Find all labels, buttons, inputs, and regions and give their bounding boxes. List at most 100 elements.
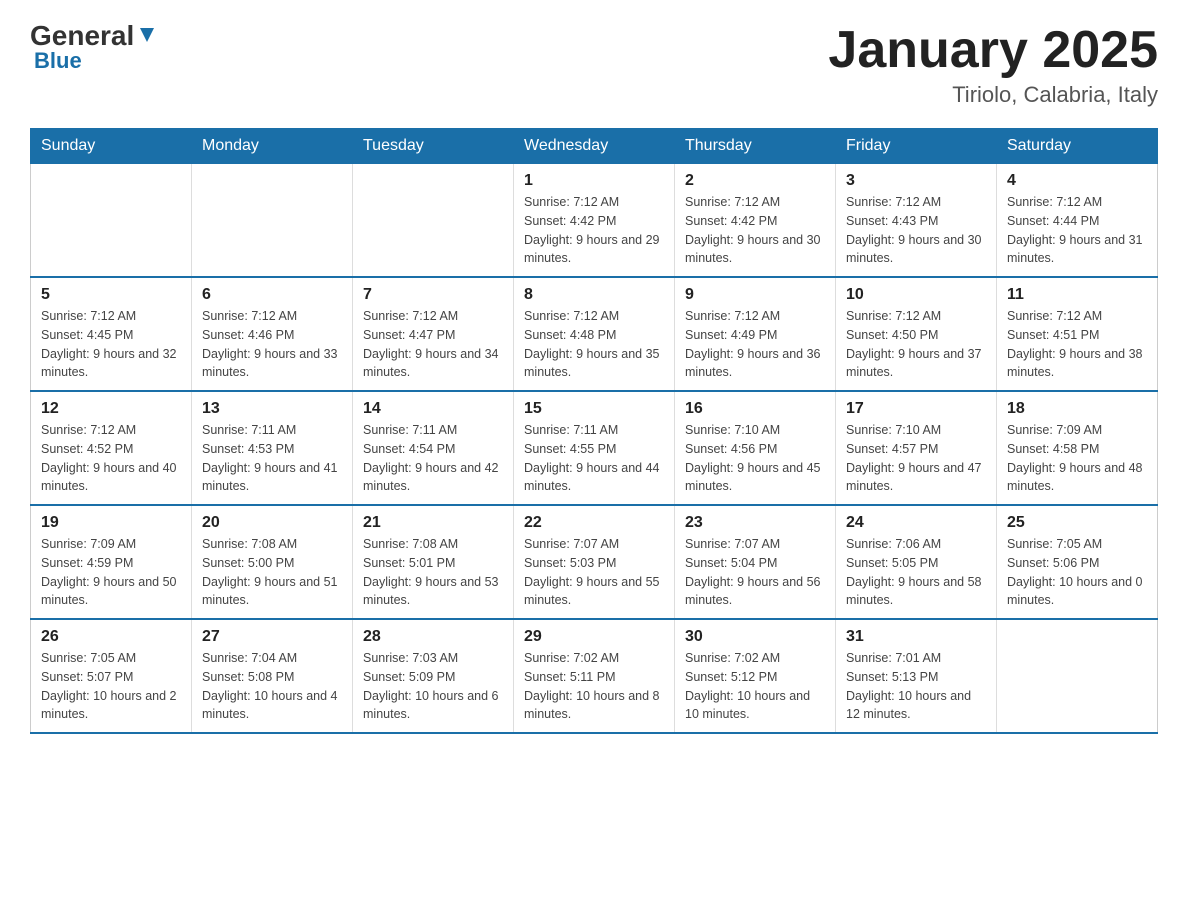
calendar-week-row: 12 Sunrise: 7:12 AMSunset: 4:52 PMDayligh… [31,391,1158,505]
table-row: 10 Sunrise: 7:12 AMSunset: 4:50 PMDayligh… [836,277,997,391]
table-row: 6 Sunrise: 7:12 AMSunset: 4:46 PMDaylight… [192,277,353,391]
day-number: 14 [363,400,503,418]
day-info: Sunrise: 7:04 AMSunset: 5:08 PMDaylight:… [202,649,342,724]
day-number: 18 [1007,400,1147,418]
day-info: Sunrise: 7:08 AMSunset: 5:01 PMDaylight:… [363,535,503,610]
table-row: 4 Sunrise: 7:12 AMSunset: 4:44 PMDaylight… [997,164,1158,278]
day-number: 1 [524,172,664,190]
day-info: Sunrise: 7:06 AMSunset: 5:05 PMDaylight:… [846,535,986,610]
day-info: Sunrise: 7:05 AMSunset: 5:06 PMDaylight:… [1007,535,1147,610]
day-number: 3 [846,172,986,190]
table-row: 3Sunrise: 7:12 AMSunset: 4:43 PMDaylight… [836,164,997,278]
day-info: Sunrise: 7:12 AMSunset: 4:45 PMDaylight:… [41,307,181,382]
table-row: 12 Sunrise: 7:12 AMSunset: 4:52 PMDayligh… [31,391,192,505]
day-number: 31 [846,628,986,646]
day-info: Sunrise: 7:03 AMSunset: 5:09 PMDaylight:… [363,649,503,724]
table-row: 5 Sunrise: 7:12 AMSunset: 4:45 PMDaylight… [31,277,192,391]
table-row [353,164,514,278]
table-row: 31 Sunrise: 7:01 AMSunset: 5:13 PMDayligh… [836,619,997,733]
day-number: 21 [363,514,503,532]
table-row: 21 Sunrise: 7:08 AMSunset: 5:01 PMDayligh… [353,505,514,619]
table-row [192,164,353,278]
location-title: Tiriolo, Calabria, Italy [828,82,1158,108]
table-row: 7Sunrise: 7:12 AMSunset: 4:47 PMDaylight… [353,277,514,391]
day-info: Sunrise: 7:02 AMSunset: 5:12 PMDaylight:… [685,649,825,724]
table-row: 18 Sunrise: 7:09 AMSunset: 4:58 PMDayligh… [997,391,1158,505]
table-row: 20 Sunrise: 7:08 AMSunset: 5:00 PMDayligh… [192,505,353,619]
day-number: 12 [41,400,181,418]
table-row: 14Sunrise: 7:11 AMSunset: 4:54 PMDayligh… [353,391,514,505]
calendar-week-row: 26Sunrise: 7:05 AMSunset: 5:07 PMDayligh… [31,619,1158,733]
day-info: Sunrise: 7:12 AMSunset: 4:50 PMDaylight:… [846,307,986,382]
day-number: 15 [524,400,664,418]
day-number: 24 [846,514,986,532]
day-info: Sunrise: 7:09 AMSunset: 4:58 PMDaylight:… [1007,421,1147,496]
day-number: 23 [685,514,825,532]
day-info: Sunrise: 7:12 AMSunset: 4:51 PMDaylight:… [1007,307,1147,382]
table-row: 29Sunrise: 7:02 AMSunset: 5:11 PMDayligh… [514,619,675,733]
day-number: 5 [41,286,181,304]
day-info: Sunrise: 7:01 AMSunset: 5:13 PMDaylight:… [846,649,986,724]
day-info: Sunrise: 7:10 AMSunset: 4:56 PMDaylight:… [685,421,825,496]
table-row: 11Sunrise: 7:12 AMSunset: 4:51 PMDayligh… [997,277,1158,391]
table-row: 30 Sunrise: 7:02 AMSunset: 5:12 PMDayligh… [675,619,836,733]
day-number: 17 [846,400,986,418]
table-row: 2 Sunrise: 7:12 AMSunset: 4:42 PMDaylight… [675,164,836,278]
day-number: 26 [41,628,181,646]
day-number: 2 [685,172,825,190]
day-number: 9 [685,286,825,304]
day-number: 29 [524,628,664,646]
table-row: 17 Sunrise: 7:10 AMSunset: 4:57 PMDayligh… [836,391,997,505]
day-number: 7 [363,286,503,304]
day-info: Sunrise: 7:11 AMSunset: 4:55 PMDaylight:… [524,421,664,496]
logo-arrow-icon [136,24,158,46]
col-sunday: Sunday [31,129,192,164]
table-row [31,164,192,278]
calendar-header-row: Sunday Monday Tuesday Wednesday Thursday… [31,129,1158,164]
day-info: Sunrise: 7:12 AMSunset: 4:52 PMDaylight:… [41,421,181,496]
day-number: 28 [363,628,503,646]
table-row: 26Sunrise: 7:05 AMSunset: 5:07 PMDayligh… [31,619,192,733]
day-info: Sunrise: 7:10 AMSunset: 4:57 PMDaylight:… [846,421,986,496]
day-number: 27 [202,628,342,646]
calendar-table: Sunday Monday Tuesday Wednesday Thursday… [30,128,1158,734]
table-row: 22Sunrise: 7:07 AMSunset: 5:03 PMDayligh… [514,505,675,619]
table-row: 16Sunrise: 7:10 AMSunset: 4:56 PMDayligh… [675,391,836,505]
day-info: Sunrise: 7:12 AMSunset: 4:49 PMDaylight:… [685,307,825,382]
day-info: Sunrise: 7:08 AMSunset: 5:00 PMDaylight:… [202,535,342,610]
table-row: 8 Sunrise: 7:12 AMSunset: 4:48 PMDaylight… [514,277,675,391]
day-number: 13 [202,400,342,418]
day-number: 4 [1007,172,1147,190]
day-info: Sunrise: 7:12 AMSunset: 4:46 PMDaylight:… [202,307,342,382]
day-info: Sunrise: 7:12 AMSunset: 4:48 PMDaylight:… [524,307,664,382]
table-row: 15 Sunrise: 7:11 AMSunset: 4:55 PMDayligh… [514,391,675,505]
day-number: 10 [846,286,986,304]
col-thursday: Thursday [675,129,836,164]
day-info: Sunrise: 7:07 AMSunset: 5:03 PMDaylight:… [524,535,664,610]
day-number: 19 [41,514,181,532]
table-row [997,619,1158,733]
day-number: 20 [202,514,342,532]
table-row: 13 Sunrise: 7:11 AMSunset: 4:53 PMDayligh… [192,391,353,505]
col-monday: Monday [192,129,353,164]
day-number: 30 [685,628,825,646]
table-row: 1 Sunrise: 7:12 AMSunset: 4:42 PMDaylight… [514,164,675,278]
day-info: Sunrise: 7:12 AMSunset: 4:44 PMDaylight:… [1007,193,1147,268]
logo: General Blue [30,20,158,74]
month-title: January 2025 [828,20,1158,80]
calendar-week-row: 5 Sunrise: 7:12 AMSunset: 4:45 PMDaylight… [31,277,1158,391]
day-number: 25 [1007,514,1147,532]
col-wednesday: Wednesday [514,129,675,164]
title-section: January 2025 Tiriolo, Calabria, Italy [828,20,1158,108]
table-row: 25 Sunrise: 7:05 AMSunset: 5:06 PMDayligh… [997,505,1158,619]
calendar-week-row: 19Sunrise: 7:09 AMSunset: 4:59 PMDayligh… [31,505,1158,619]
day-number: 6 [202,286,342,304]
day-info: Sunrise: 7:11 AMSunset: 4:53 PMDaylight:… [202,421,342,496]
day-number: 8 [524,286,664,304]
table-row: 19Sunrise: 7:09 AMSunset: 4:59 PMDayligh… [31,505,192,619]
page-header: General Blue January 2025 Tiriolo, Calab… [30,20,1158,108]
col-friday: Friday [836,129,997,164]
day-info: Sunrise: 7:12 AMSunset: 4:42 PMDaylight:… [685,193,825,268]
logo-blue: Blue [34,48,82,74]
day-info: Sunrise: 7:12 AMSunset: 4:42 PMDaylight:… [524,193,664,268]
